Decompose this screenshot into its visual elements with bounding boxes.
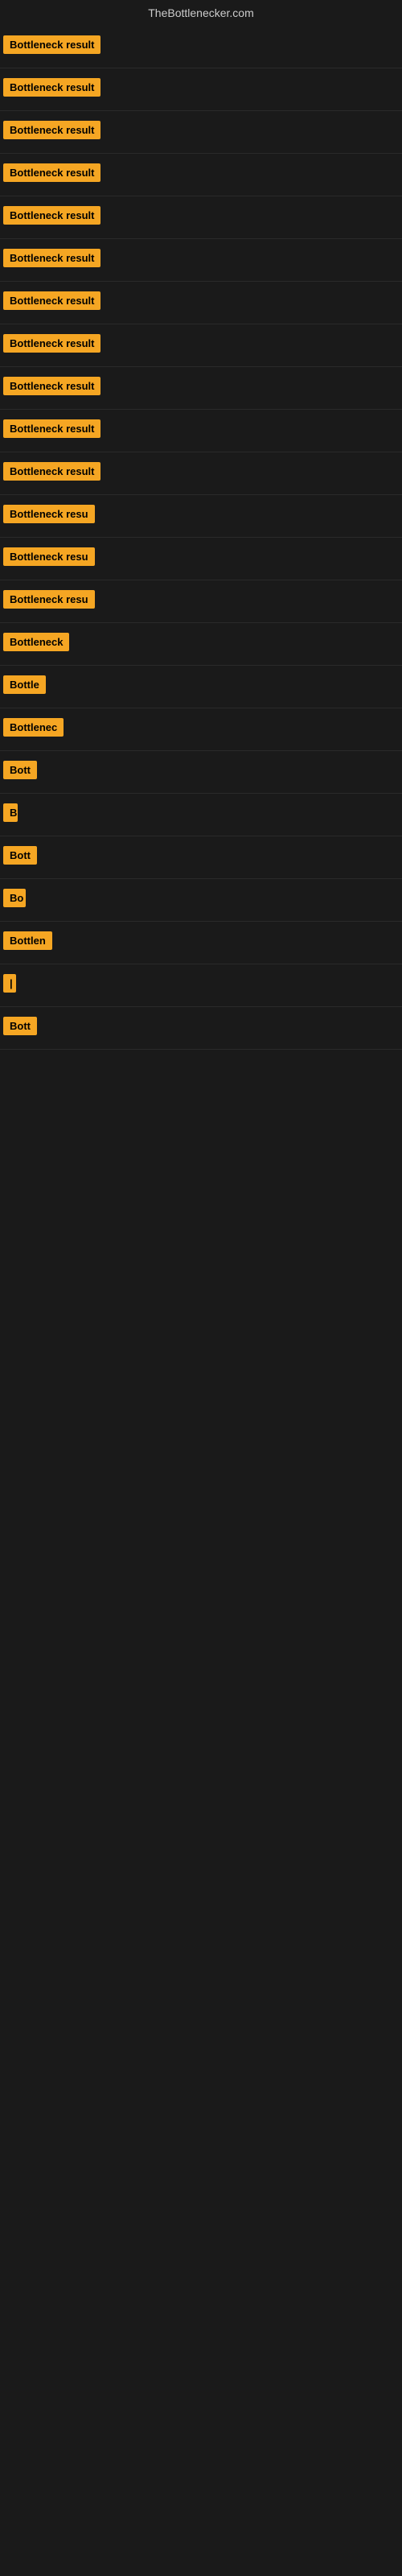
list-item: Bott (0, 751, 402, 794)
list-item: Bottleneck result (0, 196, 402, 239)
bottleneck-badge[interactable]: Bottleneck resu (3, 590, 95, 609)
list-item: Bottleneck result (0, 239, 402, 282)
bottleneck-badge[interactable]: Bottlen (3, 931, 52, 950)
bottleneck-badge[interactable]: Bottleneck result (3, 249, 100, 267)
bottleneck-badge[interactable]: B (3, 803, 18, 822)
list-item: Bottleneck result (0, 282, 402, 324)
bottleneck-badge[interactable]: Bottleneck result (3, 206, 100, 225)
bottleneck-badge[interactable]: Bottleneck result (3, 121, 100, 139)
bottleneck-badge[interactable]: Bott (3, 846, 37, 865)
list-item: Bottleneck result (0, 68, 402, 111)
list-item: Bottleneck result (0, 452, 402, 495)
bottleneck-badge[interactable]: Bottleneck result (3, 291, 100, 310)
list-item: Bottleneck result (0, 367, 402, 410)
bottleneck-badge[interactable]: Bott (3, 761, 37, 779)
list-item: Bottleneck resu (0, 538, 402, 580)
list-item: Bottleneck result (0, 26, 402, 68)
bottleneck-badge[interactable]: Bottleneck resu (3, 547, 95, 566)
list-item: B (0, 794, 402, 836)
bottleneck-badge[interactable]: Bottleneck result (3, 35, 100, 54)
bottleneck-badge[interactable]: Bottleneck (3, 633, 69, 651)
site-title: TheBottlenecker.com (0, 0, 402, 26)
bottleneck-badge[interactable]: Bott (3, 1017, 37, 1035)
list-item: Bottleneck (0, 623, 402, 666)
list-item: Bottle (0, 666, 402, 708)
bottleneck-badge[interactable]: Bottleneck result (3, 334, 100, 353)
bottleneck-badge[interactable]: Bo (3, 889, 26, 907)
list-item: Bottleneck result (0, 154, 402, 196)
bottleneck-badge[interactable]: Bottleneck result (3, 419, 100, 438)
bottleneck-badge[interactable]: Bottleneck result (3, 78, 100, 97)
bottleneck-badge[interactable]: | (3, 974, 16, 993)
list-item: | (0, 964, 402, 1007)
bottleneck-badge[interactable]: Bottleneck result (3, 462, 100, 481)
list-item: Bottleneck result (0, 410, 402, 452)
list-item: Bottleneck result (0, 324, 402, 367)
rows-container: Bottleneck result Bottleneck result Bottle… (0, 26, 402, 1050)
bottleneck-badge[interactable]: Bottleneck result (3, 163, 100, 182)
bottleneck-badge[interactable]: Bottlenec (3, 718, 64, 737)
list-item: Bottleneck result (0, 111, 402, 154)
bottleneck-badge[interactable]: Bottleneck resu (3, 505, 95, 523)
bottleneck-badge[interactable]: Bottle (3, 675, 46, 694)
list-item: Bottleneck resu (0, 580, 402, 623)
list-item: Bo (0, 879, 402, 922)
list-item: Bottlenec (0, 708, 402, 751)
list-item: Bottleneck resu (0, 495, 402, 538)
list-item: Bottlen (0, 922, 402, 964)
list-item: Bott (0, 836, 402, 879)
list-item: Bott (0, 1007, 402, 1050)
bottleneck-badge[interactable]: Bottleneck result (3, 377, 100, 395)
